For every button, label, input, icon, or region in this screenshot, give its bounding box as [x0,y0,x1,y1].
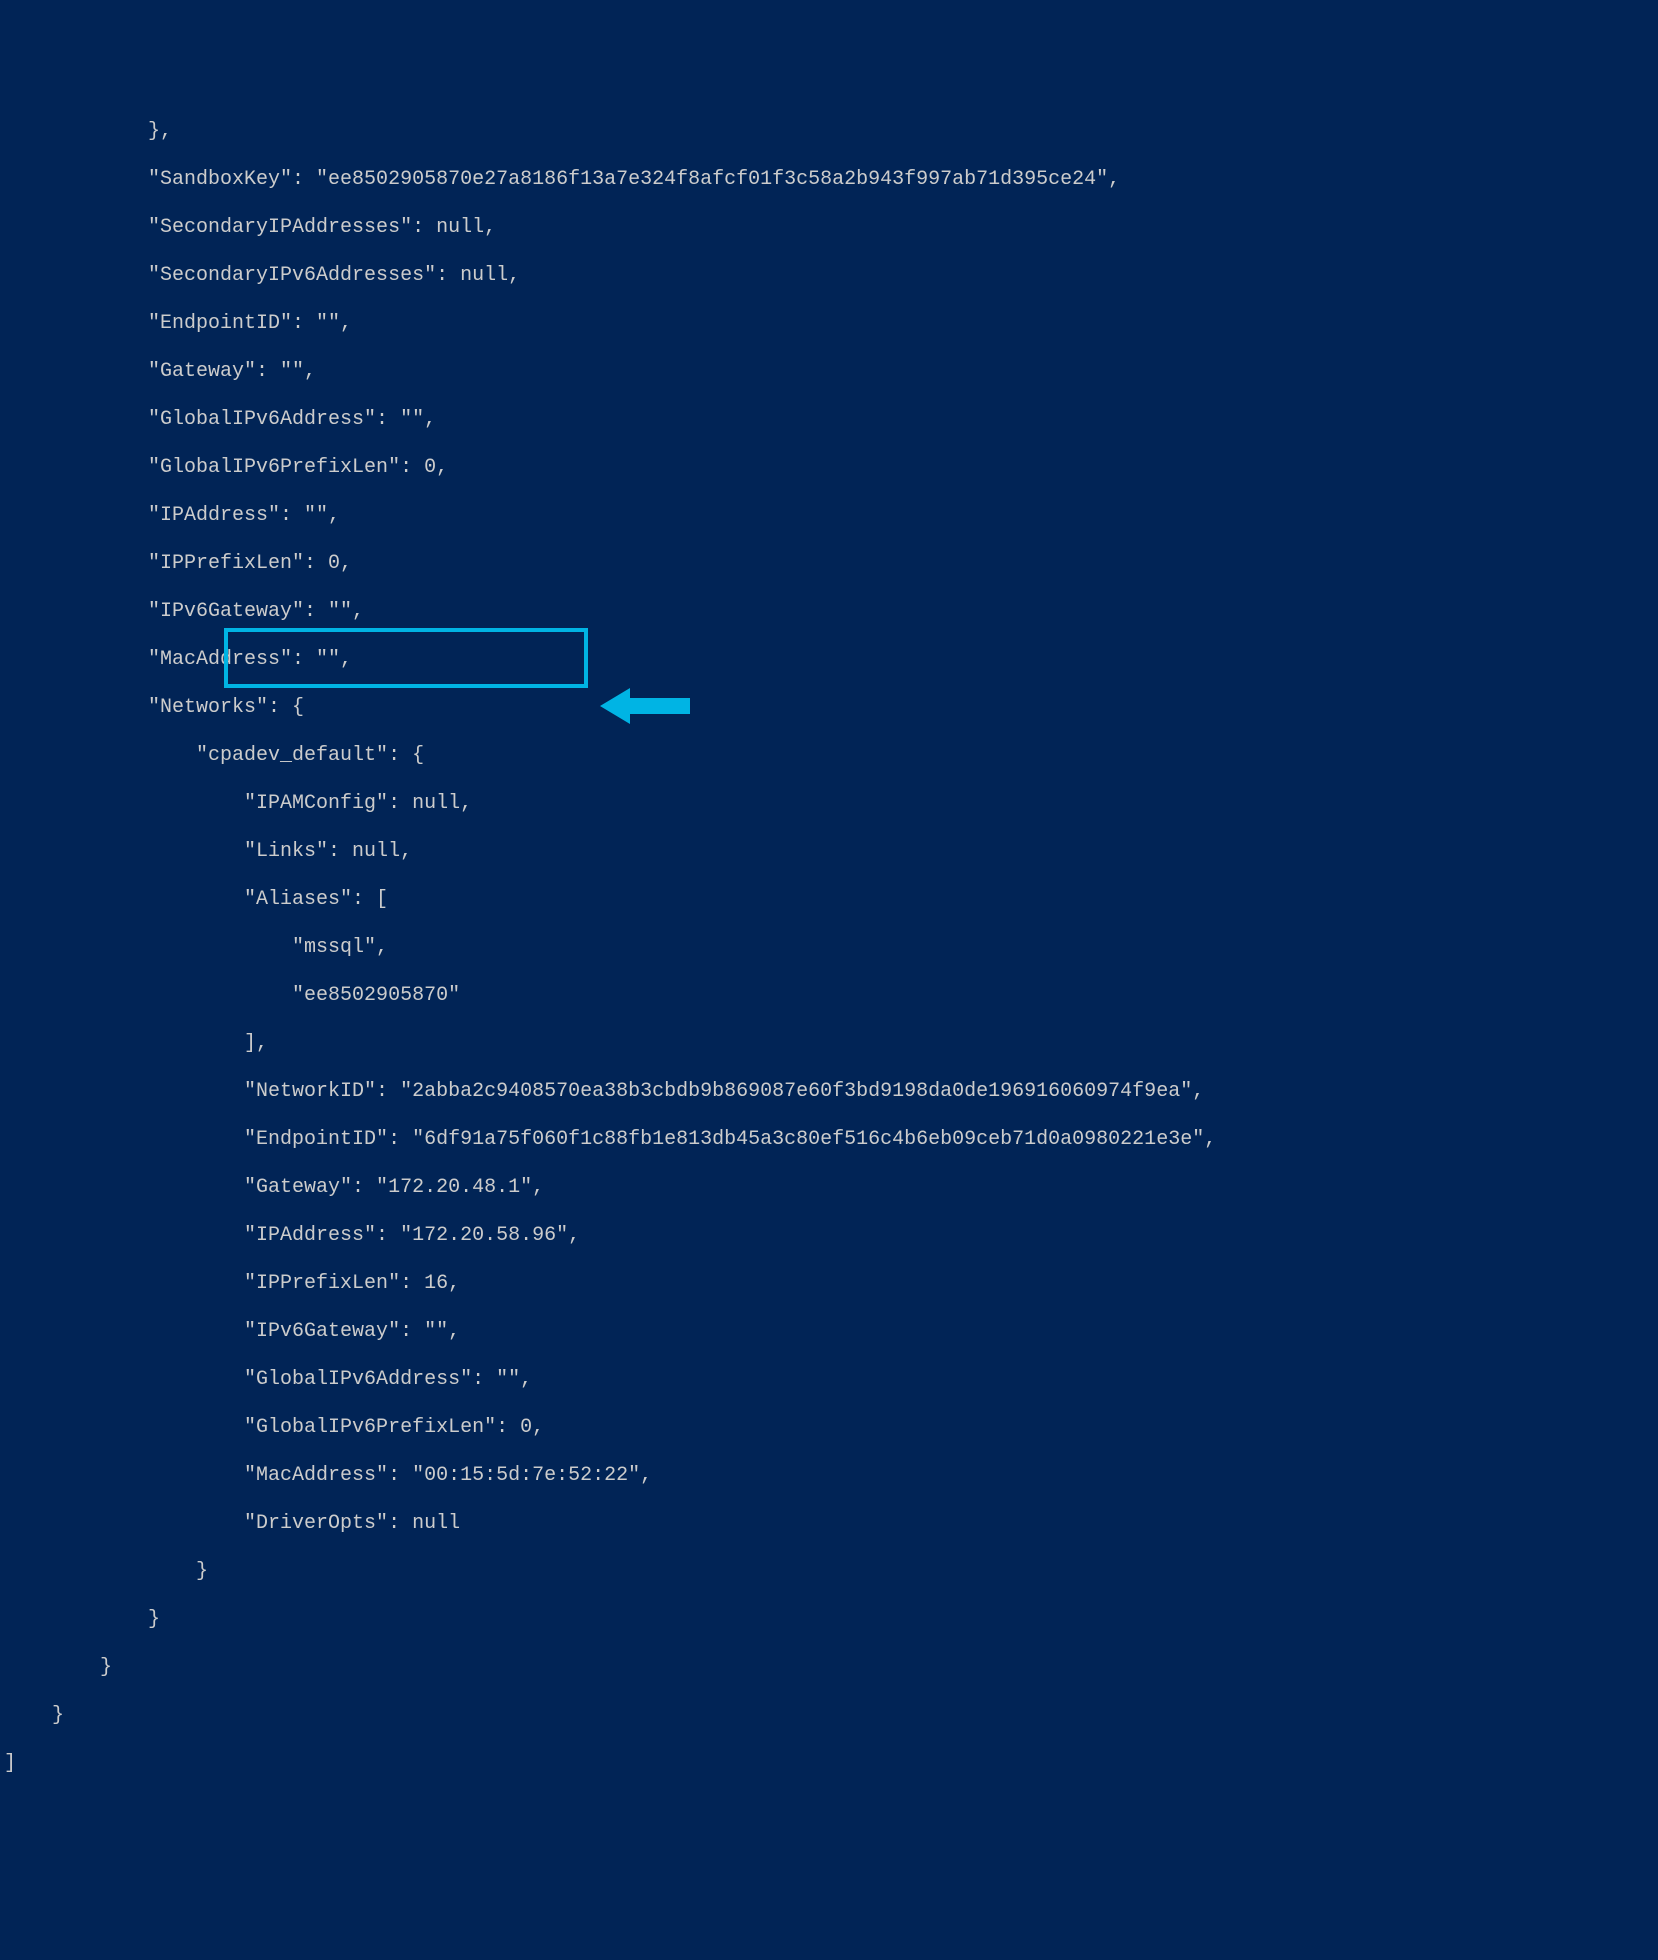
json-line: ], [4,1032,1654,1056]
json-line: "mssql", [4,936,1654,960]
json-line: "Links": null, [4,840,1654,864]
json-line: "IPPrefixLen": 0, [4,552,1654,576]
json-line: "EndpointID": "6df91a75f060f1c88fb1e813d… [4,1128,1654,1152]
json-line: "GlobalIPv6PrefixLen": 0, [4,456,1654,480]
json-line: "Gateway": "", [4,360,1654,384]
json-line: "DriverOpts": null [4,1512,1654,1536]
json-line: "MacAddress": "", [4,648,1654,672]
json-line: ] [4,1752,1654,1776]
json-line: "NetworkID": "2abba2c9408570ea38b3cbdb9b… [4,1080,1654,1104]
json-line: }, [4,120,1654,144]
json-line-highlighted: "IPAddress": "172.20.58.96", [4,1224,1654,1248]
json-line: } [4,1656,1654,1680]
terminal-output: }, "SandboxKey": "ee8502905870e27a8186f1… [0,96,1658,1872]
json-line: "GlobalIPv6Address": "", [4,408,1654,432]
json-line: "Networks": { [4,696,1654,720]
json-line: } [4,1560,1654,1584]
json-line: "GlobalIPv6Address": "", [4,1368,1654,1392]
json-line: "SandboxKey": "ee8502905870e27a8186f13a7… [4,168,1654,192]
json-line: "IPAMConfig": null, [4,792,1654,816]
json-line: "GlobalIPv6PrefixLen": 0, [4,1416,1654,1440]
json-line-obscured: "IPPrefixLen": 16, [4,1272,1654,1296]
json-line-obscured: "Gateway": "172.20.48.1", [4,1176,1654,1200]
json-line: } [4,1608,1654,1632]
json-line: "Aliases": [ [4,888,1654,912]
json-line: "MacAddress": "00:15:5d:7e:52:22", [4,1464,1654,1488]
json-line: "IPAddress": "", [4,504,1654,528]
json-line: "SecondaryIPAddresses": null, [4,216,1654,240]
json-line: "EndpointID": "", [4,312,1654,336]
json-line: } [4,1704,1654,1728]
json-line: "ee8502905870" [4,984,1654,1008]
json-line: "cpadev_default": { [4,744,1654,768]
json-line: "IPv6Gateway": "", [4,1320,1654,1344]
json-line: "SecondaryIPv6Addresses": null, [4,264,1654,288]
json-line: "IPv6Gateway": "", [4,600,1654,624]
